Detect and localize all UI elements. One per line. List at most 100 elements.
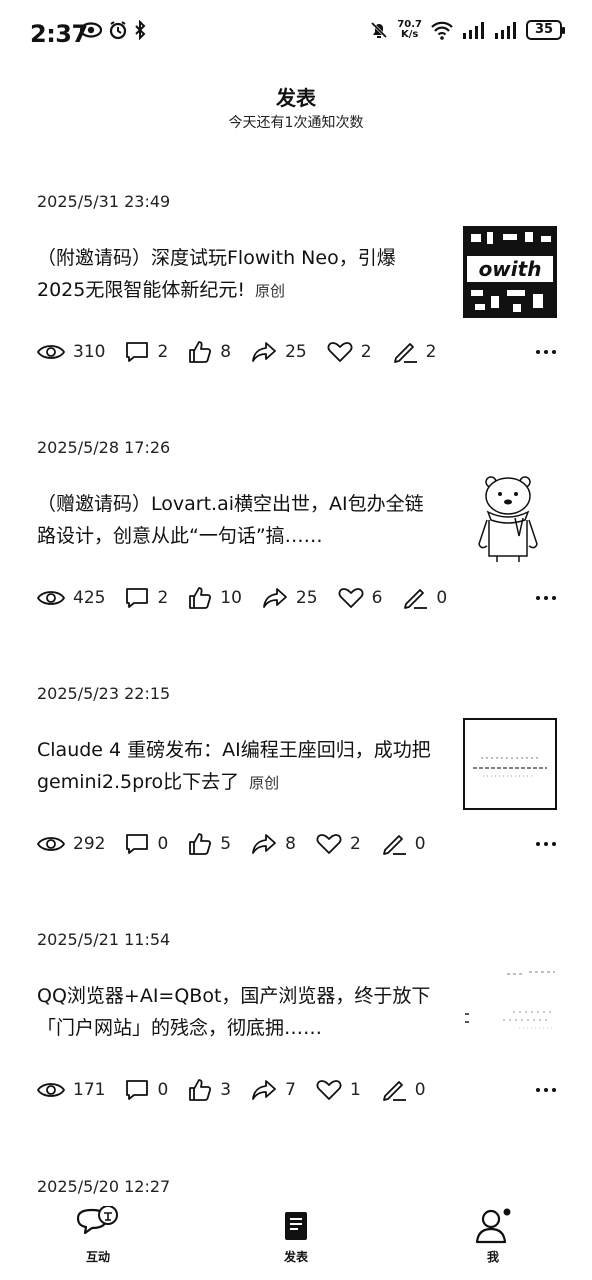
favorites-stat[interactable]: 2 [327,341,372,363]
more-options-button[interactable] [536,830,556,858]
share-arrow-icon [252,342,277,362]
pencil-icon [382,1081,406,1101]
nav-publish[interactable]: 发表 [246,1206,346,1265]
edits-stat[interactable]: 2 [392,340,437,364]
more-dot [552,350,556,354]
article-title-text: QQ浏览器+AI=QBot，国产浏览器，终于放下「门户网站」的残念，彻底拥…… [37,985,431,1039]
comments-stat[interactable]: 2 [125,341,168,363]
chat-bubble-icon [48,1206,148,1246]
favorites-stat[interactable]: 6 [338,587,383,609]
more-dot [536,350,540,354]
more-options-button[interactable] [536,338,556,366]
nav-me[interactable]: 我 [443,1206,543,1265]
views-stat: 310 [37,342,105,362]
article-item[interactable]: 2025/5/28 17:26 （赠邀请码）Lovart.ai横空出世，AI包办… [0,438,592,638]
share-arrow-icon [252,834,277,854]
likes-stat[interactable]: 5 [188,832,231,856]
article-stats: 425 2 10 25 6 0 [37,584,557,612]
thumbs-up-icon [189,1079,212,1101]
shares-stat[interactable]: 7 [251,1079,296,1101]
likes-count: 3 [220,1080,232,1100]
article-date: 2025/5/20 12:27 [37,1177,171,1196]
nav-label: 互动 [85,1250,110,1264]
shares-stat[interactable]: 25 [262,587,318,609]
network-speed-unit: K/s [400,29,419,40]
article-title-text: Claude 4 重磅发布：AI编程王座回归，成功把gemini2.5pro比下… [37,739,431,793]
article-title[interactable]: （赠邀请码）Lovart.ai横空出世，AI包办全链路设计，创意从此“一句话”搞… [37,488,437,552]
favorites-stat[interactable]: 2 [316,833,361,855]
share-arrow-icon [263,588,287,608]
more-dot [544,842,548,846]
likes-stat[interactable]: 8 [188,340,231,364]
article-date: 2025/5/23 22:15 [37,684,171,703]
heart-icon [338,588,364,608]
edits-count: 0 [436,588,448,608]
shares-count: 25 [285,342,307,362]
more-dot [536,1088,540,1092]
status-right-icons: 70.7 K/s 35 [369,20,565,40]
shares-stat[interactable]: 25 [251,341,307,363]
favorites-stat[interactable]: 1 [316,1079,361,1101]
comment-icon [126,1080,149,1100]
shares-stat[interactable]: 8 [251,833,296,855]
eye-icon [37,837,65,851]
comment-icon [126,834,149,854]
edits-count: 2 [425,342,437,362]
more-dot [552,596,556,600]
svg-text:owith: owith [479,257,542,281]
favorites-count: 2 [360,342,372,362]
more-options-button[interactable] [536,584,556,612]
views-stat: 292 [37,834,105,854]
article-thumbnail[interactable]: owith [463,226,557,318]
comments-count: 0 [157,1080,169,1100]
signal-icon-1 [463,22,484,39]
pencil-icon [382,835,406,855]
article-item[interactable]: 2025/5/31 23:49 （附邀请码）深度试玩Flowith Neo，引爆… [0,192,592,392]
comment-icon [126,342,149,362]
article-thumbnail[interactable] [463,472,557,564]
favorites-count: 1 [349,1080,361,1100]
comments-stat[interactable]: 2 [125,587,168,609]
likes-stat[interactable]: 10 [188,586,242,610]
article-stats: 292 0 5 8 2 0 [37,830,557,858]
article-title-text: （附邀请码）深度试玩Flowith Neo，引爆2025无限智能体新纪元! [37,247,396,301]
article-title[interactable]: Claude 4 重磅发布：AI编程王座回归，成功把gemini2.5pro比下… [37,734,437,799]
pencil-icon [404,589,428,609]
edits-stat[interactable]: 0 [381,832,426,856]
heart-icon [316,1080,342,1100]
article-thumbnail[interactable] [463,718,557,810]
views-count: 292 [73,834,106,854]
favorites-count: 6 [371,588,383,608]
favorites-count: 2 [349,834,361,854]
article-thumbnail[interactable] [463,964,557,1056]
edits-stat[interactable]: 0 [402,586,447,610]
comments-stat[interactable]: 0 [125,833,168,855]
bottom-navigation: 互动 发表 我 [0,1200,592,1280]
edits-count: 0 [414,834,426,854]
article-title[interactable]: QQ浏览器+AI=QBot，国产浏览器，终于放下「门户网站」的残念，彻底拥…… [37,980,437,1044]
original-badge: 原创 [254,282,285,300]
notification-quota-text: 今天还有1次通知次数 [228,115,364,131]
nav-interaction[interactable]: 互动 [48,1206,148,1265]
shares-count: 8 [285,834,296,854]
article-item[interactable]: 2025/5/21 11:54 QQ浏览器+AI=QBot，国产浏览器，终于放下… [0,930,592,1130]
views-count: 171 [73,1080,106,1100]
nav-label: 发表 [283,1250,308,1264]
article-title[interactable]: （附邀请码）深度试玩Flowith Neo，引爆2025无限智能体新纪元! 原创 [37,242,437,307]
status-left-icons [80,20,146,40]
more-options-button[interactable] [536,1076,556,1104]
article-item[interactable]: 2025/5/23 22:15 Claude 4 重磅发布：AI编程王座回归，成… [0,684,592,884]
page-title: 发表 [276,86,316,110]
original-badge: 原创 [249,774,280,792]
more-dot [552,1088,556,1092]
edits-count: 0 [414,1080,426,1100]
more-dot [536,596,540,600]
comments-stat[interactable]: 0 [125,1079,168,1101]
comments-count: 2 [157,342,169,362]
article-stats: 310 2 8 25 2 2 [37,338,557,366]
document-icon [246,1206,346,1246]
edits-stat[interactable]: 0 [381,1078,426,1102]
likes-stat[interactable]: 3 [188,1078,231,1102]
shares-count: 7 [285,1080,296,1100]
network-speed: 70.7 K/s [397,20,422,40]
